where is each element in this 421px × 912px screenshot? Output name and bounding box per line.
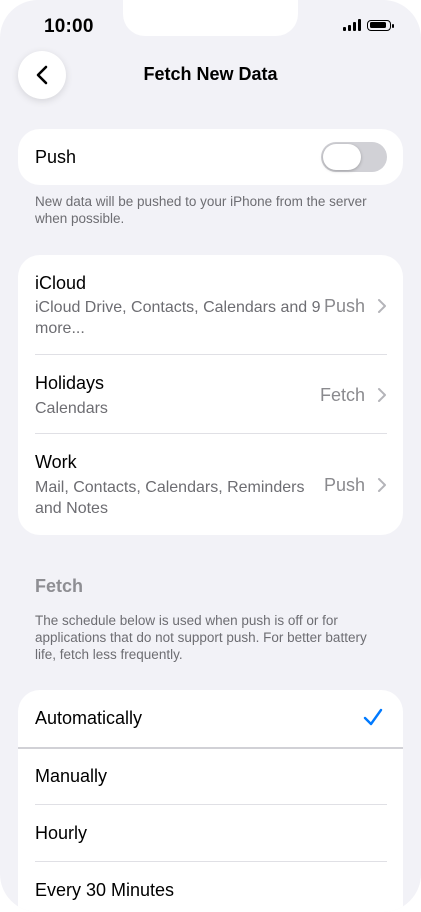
fetch-section-header: Fetch — [35, 576, 84, 596]
fetch-option-every-30-minutes[interactable]: Every 30 Minutes — [18, 862, 403, 912]
push-label: Push — [35, 147, 77, 167]
chevron-right-icon — [378, 478, 386, 492]
accounts-card: iCloud iCloud Drive, Contacts, Calendars… — [18, 255, 403, 535]
account-value: Push — [323, 296, 365, 316]
account-title: Work — [35, 452, 77, 472]
account-value: Fetch — [319, 385, 365, 405]
account-row-work[interactable]: Work Mail, Contacts, Calendars, Reminder… — [18, 434, 403, 535]
account-subtitle: Mail, Contacts, Calendars, Reminders and… — [35, 479, 305, 517]
account-subtitle: Calendars — [35, 400, 108, 417]
option-label: Manually — [35, 766, 108, 786]
account-row-holidays[interactable]: Holidays Calendars Fetch — [18, 355, 403, 433]
fetch-options-card: Automatically Manually Hourly Every 30 M… — [18, 690, 403, 912]
push-footnote: New data will be pushed to your iPhone f… — [35, 194, 367, 226]
push-card: Push — [18, 129, 403, 185]
option-label: Every 30 Minutes — [35, 880, 175, 900]
phone-screen: 10:00 Fetch New Data Push New data will … — [0, 0, 421, 912]
status-time: 10:00 — [44, 16, 94, 37]
status-icons — [343, 19, 394, 31]
chevron-right-icon — [378, 388, 386, 402]
fetch-option-manually[interactable]: Manually — [18, 748, 403, 805]
toggle-knob — [323, 144, 361, 170]
account-row-icloud[interactable]: iCloud iCloud Drive, Contacts, Calendars… — [18, 255, 403, 354]
account-value: Push — [323, 475, 365, 495]
option-label: Hourly — [35, 823, 88, 843]
checkmark-icon — [363, 708, 383, 726]
account-subtitle: iCloud Drive, Contacts, Calendars and 9 … — [35, 299, 321, 337]
option-label: Automatically — [35, 708, 143, 728]
fetch-option-automatically[interactable]: Automatically — [18, 690, 403, 747]
chevron-right-icon — [378, 299, 386, 313]
dynamic-notch — [123, 0, 298, 36]
account-title: Holidays — [35, 373, 105, 393]
push-toggle[interactable] — [321, 142, 387, 172]
battery-icon — [367, 19, 394, 31]
cellular-signal-icon — [343, 19, 361, 31]
account-title: iCloud — [35, 273, 87, 293]
fetch-footnote: The schedule below is used when push is … — [35, 613, 367, 662]
page-title: Fetch New Data — [143, 64, 278, 84]
fetch-option-hourly[interactable]: Hourly — [18, 805, 403, 862]
